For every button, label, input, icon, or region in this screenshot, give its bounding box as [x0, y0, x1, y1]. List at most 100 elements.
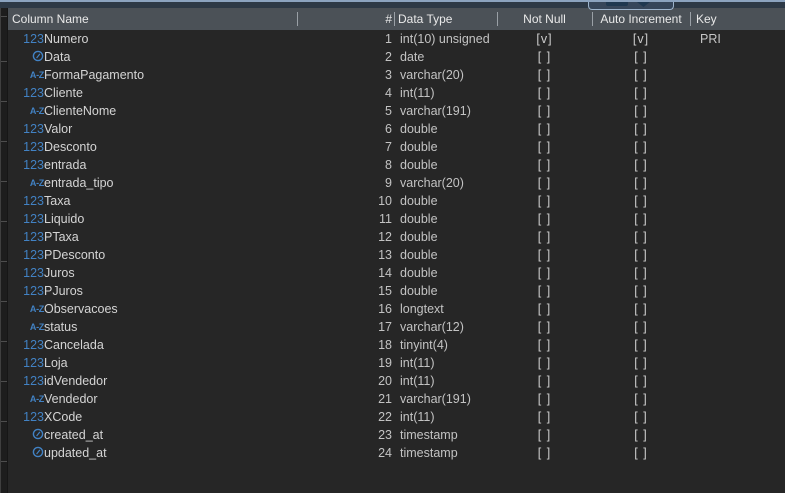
header-data-type[interactable]: Data Type: [398, 8, 452, 30]
data-type-cell[interactable]: double: [400, 120, 438, 138]
auto-increment-checkbox[interactable]: [ ]: [592, 264, 690, 282]
column-name-cell[interactable]: Numero: [44, 30, 88, 48]
table-row[interactable]: 123 Taxa 10 double [ ] [ ]: [8, 192, 785, 210]
not-null-checkbox[interactable]: [ ]: [497, 48, 592, 66]
not-null-checkbox[interactable]: [ ]: [497, 228, 592, 246]
data-type-cell[interactable]: varchar(191): [400, 102, 471, 120]
data-type-cell[interactable]: timestamp: [400, 444, 458, 462]
table-row[interactable]: created_at 23 timestamp [ ] [ ]: [8, 426, 785, 444]
column-name-cell[interactable]: entrada: [44, 156, 86, 174]
auto-increment-checkbox[interactable]: [ ]: [592, 426, 690, 444]
auto-increment-checkbox[interactable]: [v]: [592, 30, 690, 48]
table-row[interactable]: 123 Cancelada 18 tinyint(4) [ ] [ ]: [8, 336, 785, 354]
auto-increment-checkbox[interactable]: [ ]: [592, 444, 690, 462]
header-not-null[interactable]: Not Null: [497, 8, 592, 30]
data-type-cell[interactable]: double: [400, 246, 438, 264]
data-type-cell[interactable]: timestamp: [400, 426, 458, 444]
table-row[interactable]: 123 XCode 22 int(11) [ ] [ ]: [8, 408, 785, 426]
table-row[interactable]: 123 Loja 19 int(11) [ ] [ ]: [8, 354, 785, 372]
data-type-cell[interactable]: int(11): [400, 372, 435, 390]
not-null-checkbox[interactable]: [ ]: [497, 210, 592, 228]
table-row[interactable]: 123 Desconto 7 double [ ] [ ]: [8, 138, 785, 156]
not-null-checkbox[interactable]: [ ]: [497, 192, 592, 210]
not-null-checkbox[interactable]: [ ]: [497, 336, 592, 354]
column-name-cell[interactable]: status: [44, 318, 77, 336]
toolbar-segmented-control[interactable]: [588, 2, 674, 10]
auto-increment-checkbox[interactable]: [ ]: [592, 84, 690, 102]
not-null-checkbox[interactable]: [ ]: [497, 372, 592, 390]
column-name-cell[interactable]: idVendedor: [44, 372, 107, 390]
data-type-cell[interactable]: double: [400, 264, 438, 282]
column-name-cell[interactable]: Liquido: [44, 210, 84, 228]
auto-increment-checkbox[interactable]: [ ]: [592, 372, 690, 390]
table-row[interactable]: A-Z status 17 varchar(12) [ ] [ ]: [8, 318, 785, 336]
table-row[interactable]: A-Z FormaPagamento 3 varchar(20) [ ] [ ]: [8, 66, 785, 84]
column-name-cell[interactable]: Valor: [44, 120, 72, 138]
not-null-checkbox[interactable]: [ ]: [497, 264, 592, 282]
table-row[interactable]: A-Z entrada_tipo 9 varchar(20) [ ] [ ]: [8, 174, 785, 192]
table-row[interactable]: 123 idVendedor 20 int(11) [ ] [ ]: [8, 372, 785, 390]
header-position[interactable]: #: [308, 8, 392, 30]
data-type-cell[interactable]: longtext: [400, 300, 444, 318]
data-type-cell[interactable]: double: [400, 210, 438, 228]
column-name-cell[interactable]: Desconto: [44, 138, 97, 156]
data-type-cell[interactable]: varchar(12): [400, 318, 464, 336]
header-column-name[interactable]: Column Name: [12, 8, 89, 30]
auto-increment-checkbox[interactable]: [ ]: [592, 318, 690, 336]
column-name-cell[interactable]: Vendedor: [44, 390, 98, 408]
auto-increment-checkbox[interactable]: [ ]: [592, 354, 690, 372]
not-null-checkbox[interactable]: [ ]: [497, 390, 592, 408]
data-type-cell[interactable]: int(11): [400, 354, 435, 372]
column-name-cell[interactable]: Data: [44, 48, 70, 66]
auto-increment-checkbox[interactable]: [ ]: [592, 102, 690, 120]
not-null-checkbox[interactable]: [ ]: [497, 138, 592, 156]
column-name-cell[interactable]: Juros: [44, 264, 75, 282]
column-name-cell[interactable]: Observacoes: [44, 300, 118, 318]
not-null-checkbox[interactable]: [ ]: [497, 282, 592, 300]
data-type-cell[interactable]: varchar(191): [400, 390, 471, 408]
table-row[interactable]: A-Z Vendedor 21 varchar(191) [ ] [ ]: [8, 390, 785, 408]
data-type-cell[interactable]: double: [400, 156, 438, 174]
auto-increment-checkbox[interactable]: [ ]: [592, 336, 690, 354]
auto-increment-checkbox[interactable]: [ ]: [592, 48, 690, 66]
auto-increment-checkbox[interactable]: [ ]: [592, 390, 690, 408]
data-type-cell[interactable]: int(11): [400, 84, 435, 102]
table-row[interactable]: 123 PDesconto 13 double [ ] [ ]: [8, 246, 785, 264]
auto-increment-checkbox[interactable]: [ ]: [592, 192, 690, 210]
column-name-cell[interactable]: FormaPagamento: [44, 66, 144, 84]
auto-increment-checkbox[interactable]: [ ]: [592, 282, 690, 300]
table-row[interactable]: 123 Juros 14 double [ ] [ ]: [8, 264, 785, 282]
data-type-cell[interactable]: double: [400, 228, 438, 246]
column-name-cell[interactable]: ClienteNome: [44, 102, 116, 120]
data-type-cell[interactable]: int(10) unsigned: [400, 30, 490, 48]
data-type-cell[interactable]: double: [400, 192, 438, 210]
data-type-cell[interactable]: double: [400, 282, 438, 300]
not-null-checkbox[interactable]: [ ]: [497, 444, 592, 462]
auto-increment-checkbox[interactable]: [ ]: [592, 174, 690, 192]
header-key[interactable]: Key: [696, 8, 717, 30]
auto-increment-checkbox[interactable]: [ ]: [592, 120, 690, 138]
column-name-cell[interactable]: PTaxa: [44, 228, 79, 246]
column-name-cell[interactable]: Loja: [44, 354, 68, 372]
data-type-cell[interactable]: int(11): [400, 408, 435, 426]
column-name-cell[interactable]: created_at: [44, 426, 103, 444]
column-divider[interactable]: [297, 12, 298, 26]
table-row[interactable]: 123 PTaxa 12 double [ ] [ ]: [8, 228, 785, 246]
not-null-checkbox[interactable]: [ ]: [497, 318, 592, 336]
table-row[interactable]: 123 entrada 8 double [ ] [ ]: [8, 156, 785, 174]
column-name-cell[interactable]: Cancelada: [44, 336, 104, 354]
not-null-checkbox[interactable]: [ ]: [497, 246, 592, 264]
data-type-cell[interactable]: varchar(20): [400, 174, 464, 192]
column-name-cell[interactable]: Taxa: [44, 192, 70, 210]
not-null-checkbox[interactable]: [ ]: [497, 156, 592, 174]
auto-increment-checkbox[interactable]: [ ]: [592, 156, 690, 174]
data-type-cell[interactable]: double: [400, 138, 438, 156]
not-null-checkbox[interactable]: [ ]: [497, 120, 592, 138]
not-null-checkbox[interactable]: [ ]: [497, 354, 592, 372]
not-null-checkbox[interactable]: [ ]: [497, 426, 592, 444]
table-row[interactable]: A-Z ClienteNome 5 varchar(191) [ ] [ ]: [8, 102, 785, 120]
not-null-checkbox[interactable]: [ ]: [497, 174, 592, 192]
table-row[interactable]: 123 Liquido 11 double [ ] [ ]: [8, 210, 785, 228]
column-name-cell[interactable]: updated_at: [44, 444, 107, 462]
table-row[interactable]: A-Z Observacoes 16 longtext [ ] [ ]: [8, 300, 785, 318]
